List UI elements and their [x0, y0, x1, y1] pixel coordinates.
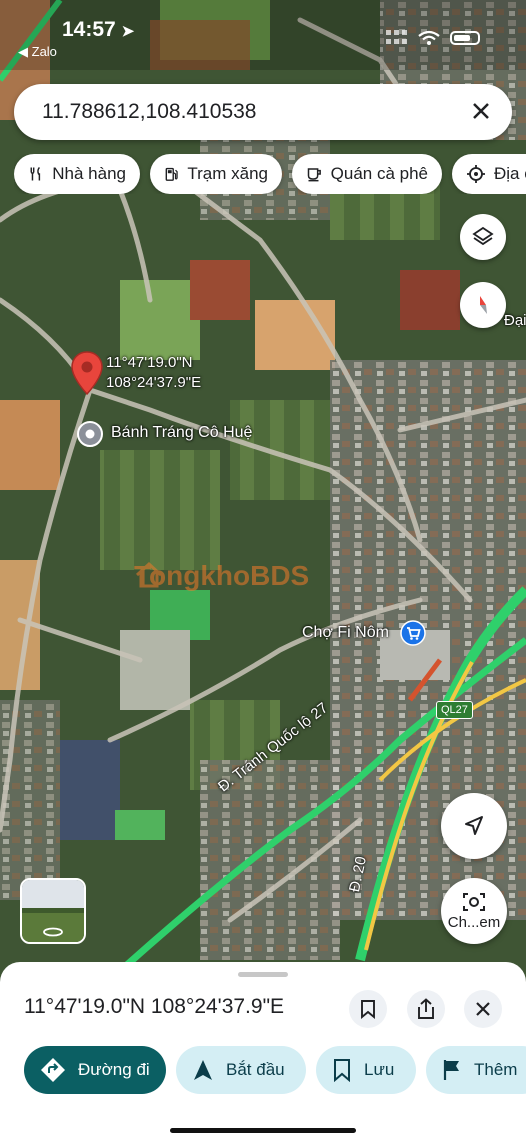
back-to-app-link[interactable]: ◀ Zalo — [18, 44, 57, 60]
layers-icon — [472, 226, 494, 246]
bottom-sheet[interactable]: 11°47'19.0"N 108°24'37.9"E Đường đi Bắt … — [0, 962, 526, 1144]
back-app-label: Zalo — [31, 44, 57, 59]
status-bar: 14:57 ➤ ◀ Zalo — [0, 0, 526, 70]
street-view-preview — [22, 880, 84, 942]
bookmark-icon — [361, 1000, 375, 1019]
category-chips: Nhà hàng Trạm xăng Quán cà phê Địa c — [14, 154, 526, 194]
compass-side-label: Đại — [504, 312, 526, 329]
chip-label: Nhà hàng — [52, 164, 126, 183]
action-label: Thêm — [474, 1060, 518, 1079]
bookmark-icon — [334, 1059, 350, 1082]
chip-label: Quán cà phê — [330, 164, 428, 183]
place-label[interactable]: Bánh Tráng Cô Huệ — [111, 424, 252, 442]
directions-icon — [41, 1058, 65, 1082]
house-logo-icon — [135, 561, 163, 588]
wifi-icon — [418, 30, 440, 45]
place-marker-icon[interactable] — [76, 420, 104, 448]
battery-icon — [450, 31, 480, 45]
clock: 14:57 — [62, 18, 116, 41]
chip-attractions[interactable]: Địa c — [452, 154, 526, 194]
grid-indicator-icon — [386, 30, 407, 44]
share-button[interactable] — [407, 990, 445, 1028]
layers-button[interactable] — [460, 214, 506, 260]
compass-button[interactable] — [460, 282, 506, 328]
gas-station-icon — [165, 167, 178, 181]
save-button[interactable]: Lưu — [316, 1046, 416, 1094]
street-view-label: Ch...em — [447, 914, 501, 931]
road-badge: QL27 — [436, 701, 473, 719]
status-time: 14:57 ➤ — [62, 18, 134, 42]
pin-longitude: 108°24'37.9"E — [106, 374, 202, 391]
start-button[interactable]: Bắt đầu — [176, 1046, 306, 1094]
close-sheet-button[interactable] — [464, 990, 502, 1028]
search-input[interactable]: 11.788612,108.410538 — [42, 100, 257, 124]
home-indicator[interactable] — [170, 1128, 356, 1133]
back-triangle-icon: ◀ — [18, 44, 28, 59]
close-icon[interactable] — [466, 96, 496, 126]
save-icon-button[interactable] — [349, 990, 387, 1028]
my-location-button[interactable] — [441, 793, 507, 859]
action-label: Bắt đầu — [226, 1060, 285, 1079]
navigation-arrow-icon — [194, 1060, 212, 1080]
add-label-button[interactable]: Thêm — [426, 1046, 526, 1094]
pin-latitude: 11°47'19.0"N — [106, 354, 193, 371]
location-pin-icon[interactable] — [70, 350, 104, 396]
chip-restaurant[interactable]: Nhà hàng — [14, 154, 140, 194]
location-title: 11°47'19.0"N 108°24'37.9"E — [24, 995, 285, 1018]
market-label[interactable]: Chợ Fi Nôm — [302, 624, 389, 642]
flag-icon — [443, 1060, 459, 1080]
watermark: TongkhoBDS — [134, 560, 309, 592]
pin-coordinates-label: 11°47'19.0"N 108°24'37.9"E — [106, 353, 201, 393]
action-label: Đường đi — [78, 1060, 150, 1079]
coffee-icon — [307, 168, 321, 182]
restaurant-icon — [30, 167, 41, 181]
chip-label: Địa c — [494, 164, 526, 183]
action-label: Lưu — [364, 1060, 395, 1079]
share-icon — [418, 998, 434, 1019]
search-bar[interactable]: 11.788612,108.410538 — [14, 84, 512, 140]
street-view-thumbnail[interactable] — [20, 878, 86, 944]
chip-label: Trạm xăng — [187, 164, 268, 183]
chip-gas-station[interactable]: Trạm xăng — [150, 154, 282, 194]
directions-button[interactable]: Đường đi — [24, 1046, 166, 1094]
location-arrow-icon: ➤ — [121, 23, 135, 40]
camera-scan-icon — [463, 893, 485, 911]
shopping-cart-icon[interactable] — [400, 620, 426, 646]
attraction-icon — [467, 165, 485, 183]
navigation-arrow-icon — [465, 816, 483, 835]
chip-coffee[interactable]: Quán cà phê — [292, 154, 442, 194]
street-view-button[interactable]: Ch...em — [441, 878, 507, 944]
status-icons — [386, 30, 480, 46]
drag-handle[interactable] — [238, 972, 288, 977]
compass-icon — [480, 296, 487, 314]
action-buttons: Đường đi Bắt đầu Lưu Thêm — [24, 1046, 526, 1094]
close-icon — [476, 1002, 490, 1016]
